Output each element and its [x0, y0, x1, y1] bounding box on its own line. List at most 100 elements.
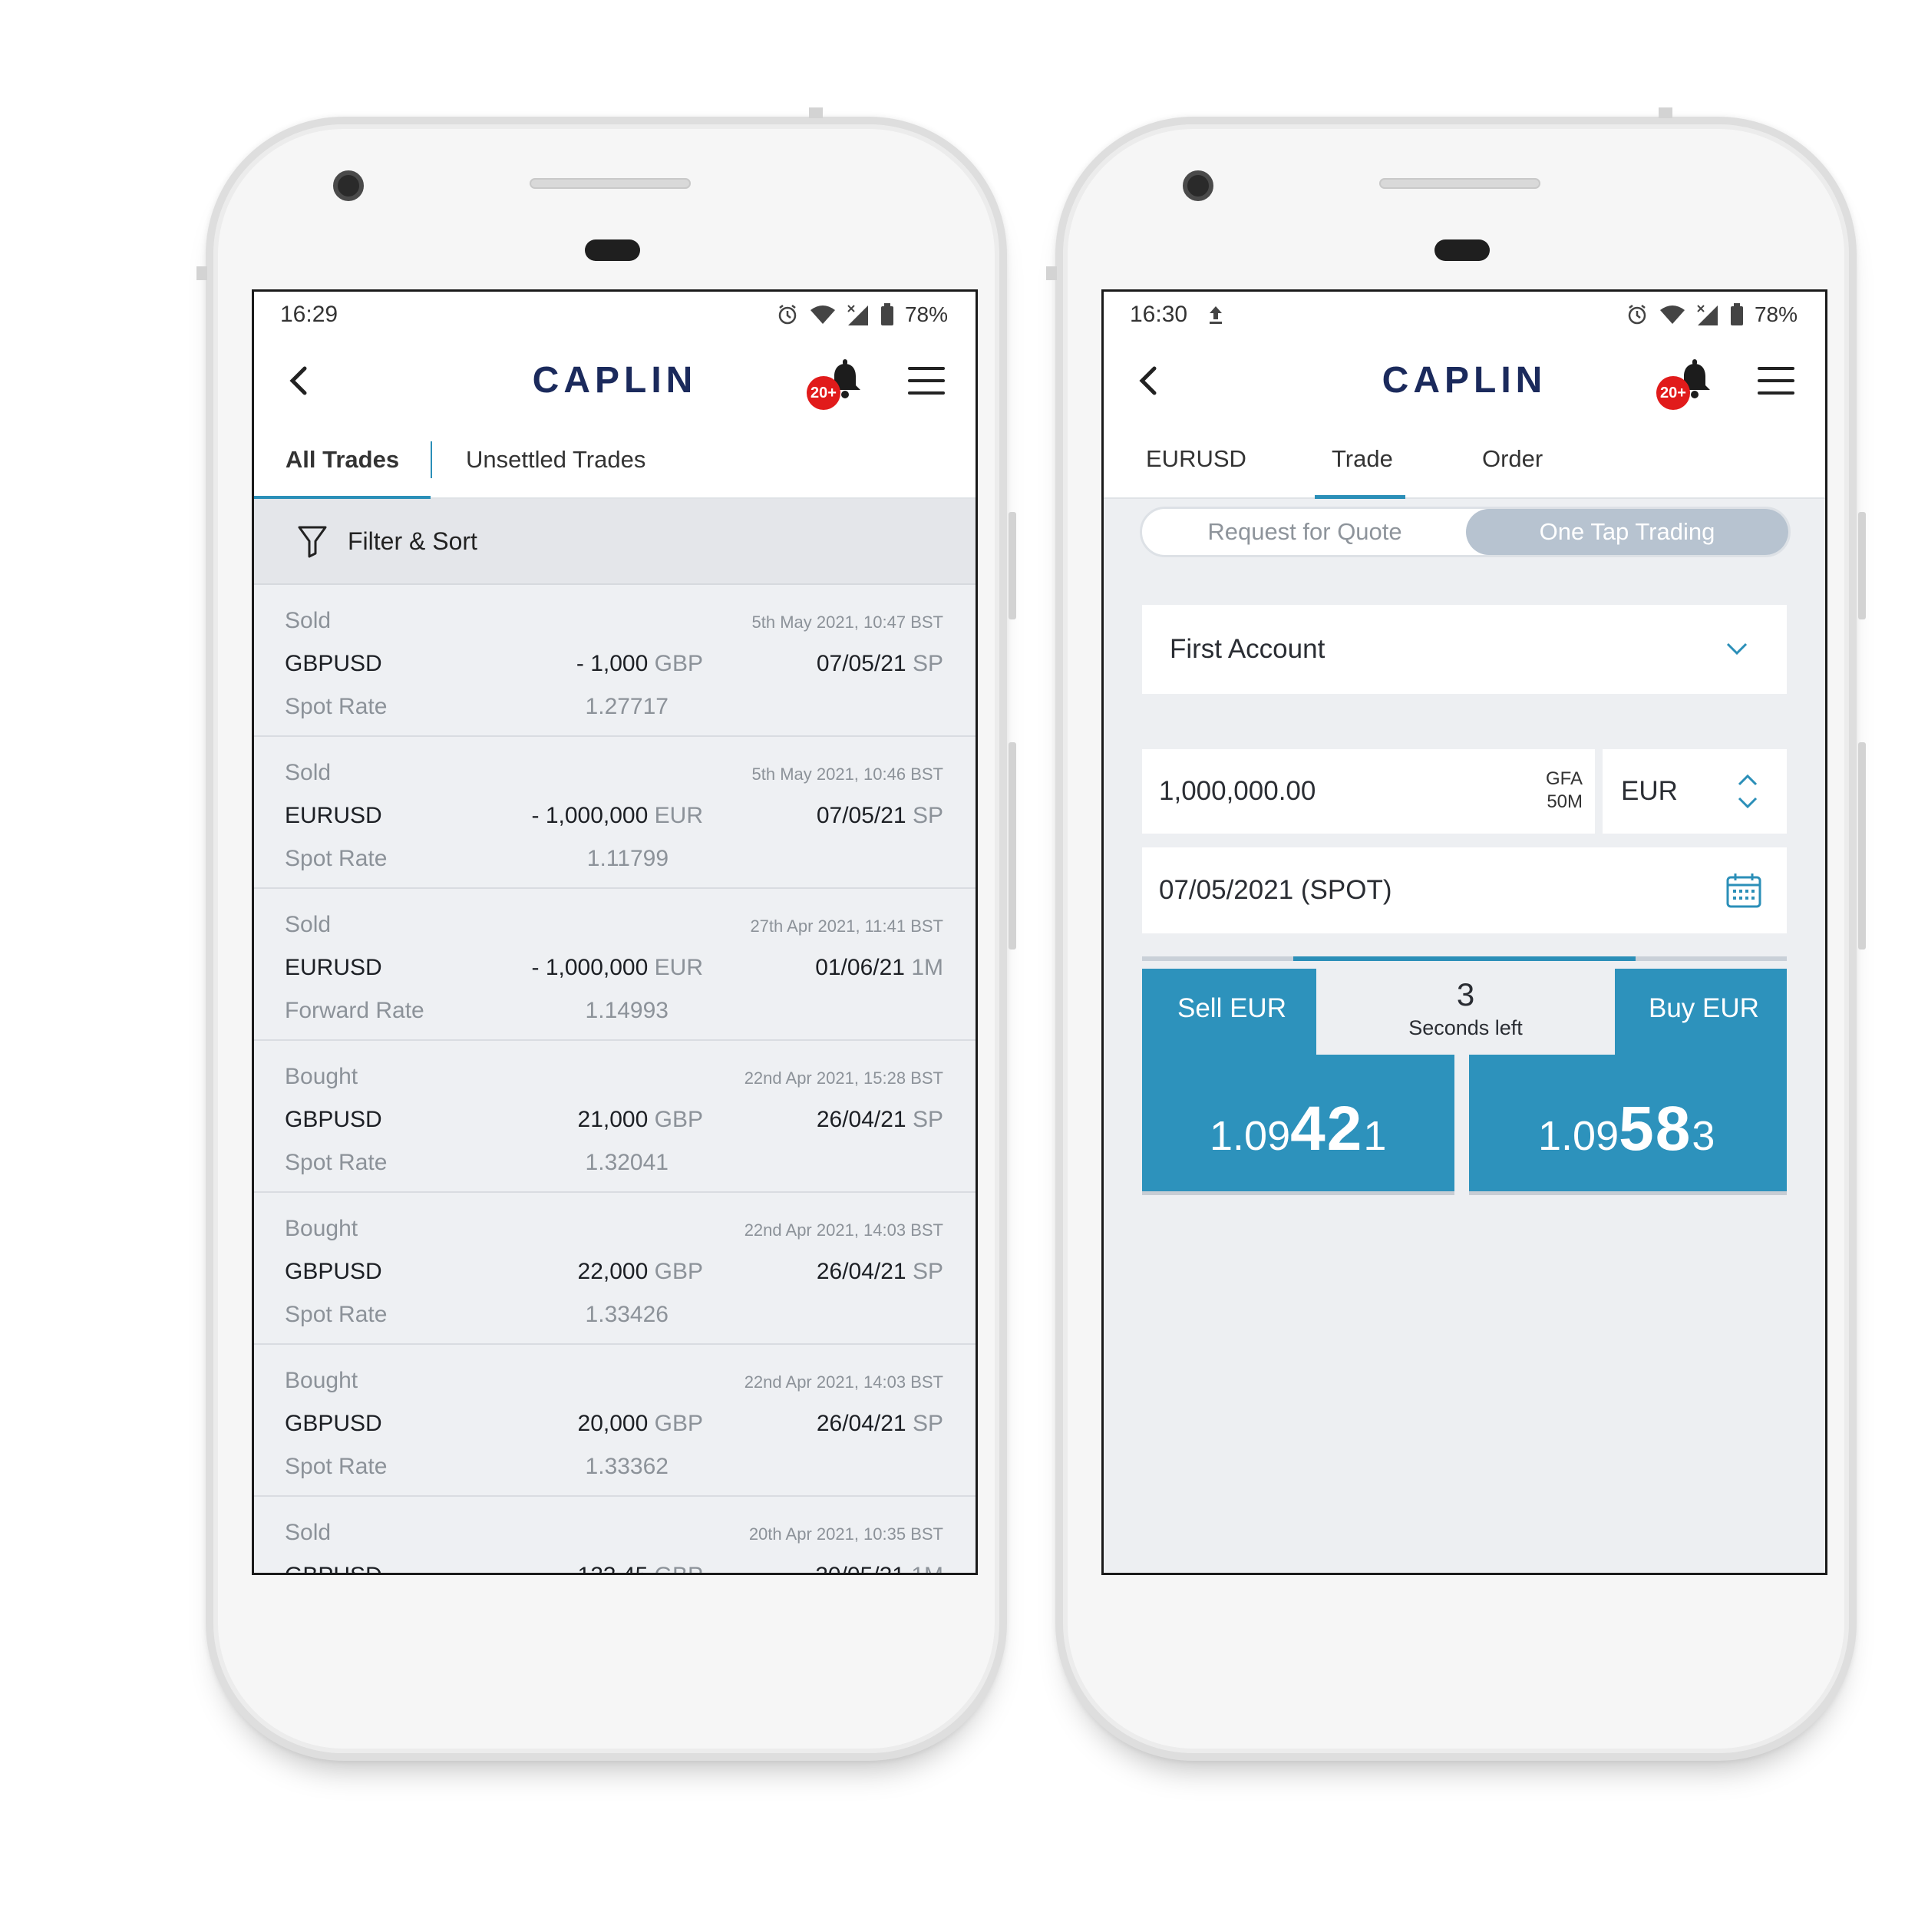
active-tab-indicator [1315, 495, 1405, 499]
trade-rate: 1.33426 [585, 1302, 669, 1327]
buy-label: Buy EUR [1649, 993, 1759, 1023]
trade-amount: - 123.45 GBP [563, 1563, 703, 1573]
phone-power-button [1858, 512, 1866, 619]
trade-row[interactable]: Bought 22nd Apr 2021, 15:28 BST GBPUSD 21,0… [254, 1041, 976, 1193]
filter-sort-button[interactable]: Filter & Sort [254, 499, 976, 585]
battery-icon [880, 303, 893, 325]
amount-input[interactable]: 1,000,000.00 GFA 50M [1142, 749, 1595, 834]
trade-rate-label: Forward Rate [285, 998, 424, 1023]
trade-row[interactable]: Bought 22nd Apr 2021, 14:03 BST GBPUSD 20,0… [254, 1345, 976, 1497]
trade-rate-label: Spot Rate [285, 694, 388, 719]
sell-price-prefix: 1.09 [1210, 1113, 1291, 1159]
buy-button-header[interactable]: Buy EUR [1615, 969, 1787, 1056]
sell-price-button[interactable]: 1.09421 [1142, 1055, 1454, 1191]
trade-tabs: All Trades Unsettled Trades [254, 422, 976, 499]
one-tap-trading-option[interactable]: One Tap Trading [1466, 509, 1788, 555]
status-time: 16:29 [280, 302, 338, 327]
tab-order[interactable]: Order [1482, 445, 1543, 473]
trade-value-date: 26/04/21 SP [817, 1411, 943, 1437]
trade-tenor: 1M [911, 1563, 943, 1573]
trade-value-date-text: 07/05/21 [816, 803, 906, 828]
hamburger-menu-icon[interactable] [908, 367, 945, 398]
quote-timer-progress-fill [1293, 956, 1636, 961]
trade-amount-currency: GBP [654, 1107, 703, 1132]
trade-amount-value: 21,000 [577, 1107, 649, 1132]
tab-unsettled-trades[interactable]: Unsettled Trades [432, 422, 645, 497]
proximity-sensor [1434, 239, 1490, 261]
trade-amount-currency: EUR [654, 955, 703, 980]
phone-top-button [1659, 107, 1672, 118]
trade-timestamp: 20th Apr 2021, 10:35 BST [748, 1524, 943, 1544]
hamburger-menu-icon[interactable] [1758, 367, 1794, 398]
trade-amount: 20,000 GBP [578, 1411, 703, 1437]
settlement-date-field[interactable]: 07/05/2021 (SPOT) [1142, 847, 1787, 933]
right-phone: 16:30 78% CAPLIN 20+ EURUSD Trade Order … [1046, 107, 1866, 1761]
trade-side: Sold [285, 1520, 332, 1545]
buy-price-prefix: 1.09 [1538, 1113, 1619, 1159]
trade-amount-currency: GBP [655, 1563, 703, 1573]
calendar-icon[interactable] [1725, 872, 1762, 909]
chevron-down-icon [1726, 642, 1748, 656]
earpiece-speaker [1379, 178, 1540, 189]
tab-all-trades[interactable]: All Trades [254, 422, 431, 499]
trade-amount-value: 22,000 [577, 1259, 649, 1284]
trade-row[interactable]: Sold 20th Apr 2021, 10:35 BST GBPUSD - 123.… [254, 1497, 976, 1573]
sell-button-header[interactable]: Sell EUR [1142, 969, 1316, 1056]
date-value: 07/05/2021 (SPOT) [1159, 875, 1392, 905]
trade-amount-currency: GBP [654, 651, 703, 676]
alarm-icon [1628, 305, 1646, 325]
trade-pair: EURUSD [285, 955, 382, 980]
currency-value: EUR [1621, 776, 1678, 806]
tab-eurusd[interactable]: EURUSD [1146, 445, 1246, 473]
currency-toggle[interactable]: EUR [1603, 749, 1787, 834]
status-bar: 16:29 78% [254, 292, 976, 338]
notifications-button[interactable]: 20+ [807, 359, 868, 410]
upload-icon [1210, 306, 1223, 324]
trade-side: Bought [285, 1368, 358, 1393]
trading-mode-toggle[interactable]: Request for Quote One Tap Trading [1140, 507, 1791, 557]
account-select[interactable]: First Account [1142, 605, 1787, 694]
trade-row[interactable]: Sold 5th May 2021, 10:47 BST GBPUSD - 1,000… [254, 585, 976, 737]
notification-badge: 20+ [807, 376, 840, 410]
trade-row[interactable]: Sold 27th Apr 2021, 11:41 BST EURUSD - 1,00… [254, 889, 976, 1041]
trade-rate-label: Spot Rate [285, 1302, 388, 1327]
battery-icon [1730, 303, 1743, 325]
trade-pair: EURUSD [285, 803, 382, 828]
quote-timer-progress [1142, 956, 1787, 961]
trade-side: Sold [285, 912, 332, 937]
trade-side: Sold [285, 760, 332, 785]
alarm-icon [778, 305, 797, 325]
proximity-sensor [585, 239, 640, 261]
buy-price-button[interactable]: 1.09583 [1469, 1055, 1787, 1191]
status-time: 16:30 [1130, 302, 1188, 327]
trade-tenor: SP [912, 1107, 943, 1132]
trade-rate-label: Spot Rate [285, 1150, 388, 1175]
countdown-label: Seconds left [1408, 1016, 1523, 1039]
notification-badge: 20+ [1656, 376, 1690, 410]
trade-value-date: 26/04/21 SP [817, 1259, 943, 1285]
trade-amount-value: - 123.45 [563, 1563, 648, 1573]
trade-tenor: 1M [911, 955, 943, 980]
signal-icon [847, 305, 868, 325]
tab-trade[interactable]: Trade [1332, 445, 1393, 473]
left-phone: 16:29 78% CAPLIN 20+ All Trades Unsettle… [196, 107, 1016, 1761]
trade-pair: GBPUSD [285, 651, 382, 676]
notifications-button[interactable]: 20+ [1656, 359, 1718, 410]
trade-value-date-text: 20/05/21 [815, 1563, 905, 1573]
phone-volume-button [1009, 742, 1016, 949]
trade-row[interactable]: Bought 22nd Apr 2021, 14:03 BST GBPUSD 22,0… [254, 1193, 976, 1345]
trade-row[interactable]: Sold 5th May 2021, 10:46 BST EURUSD - 1,000… [254, 737, 976, 889]
request-for-quote-option[interactable]: Request for Quote [1142, 509, 1467, 555]
sell-price-big-figure: 42 [1290, 1094, 1364, 1164]
front-camera [333, 170, 364, 201]
trade-amount-value: - 1,000,000 [531, 803, 649, 828]
status-icons: 78% [1626, 302, 1798, 327]
trade-amount-currency: EUR [654, 803, 703, 828]
trade-timestamp: 22nd Apr 2021, 14:03 BST [744, 1220, 943, 1240]
trade-list: Sold 5th May 2021, 10:47 BST GBPUSD - 1,000… [254, 585, 976, 1573]
trade-value-date-text: 01/06/21 [815, 955, 905, 980]
status-bar: 16:30 78% [1104, 292, 1825, 338]
trade-amount: 22,000 GBP [578, 1259, 703, 1285]
gfa-line-1: GFA [1545, 768, 1583, 789]
phone-volume-button [1858, 742, 1866, 949]
